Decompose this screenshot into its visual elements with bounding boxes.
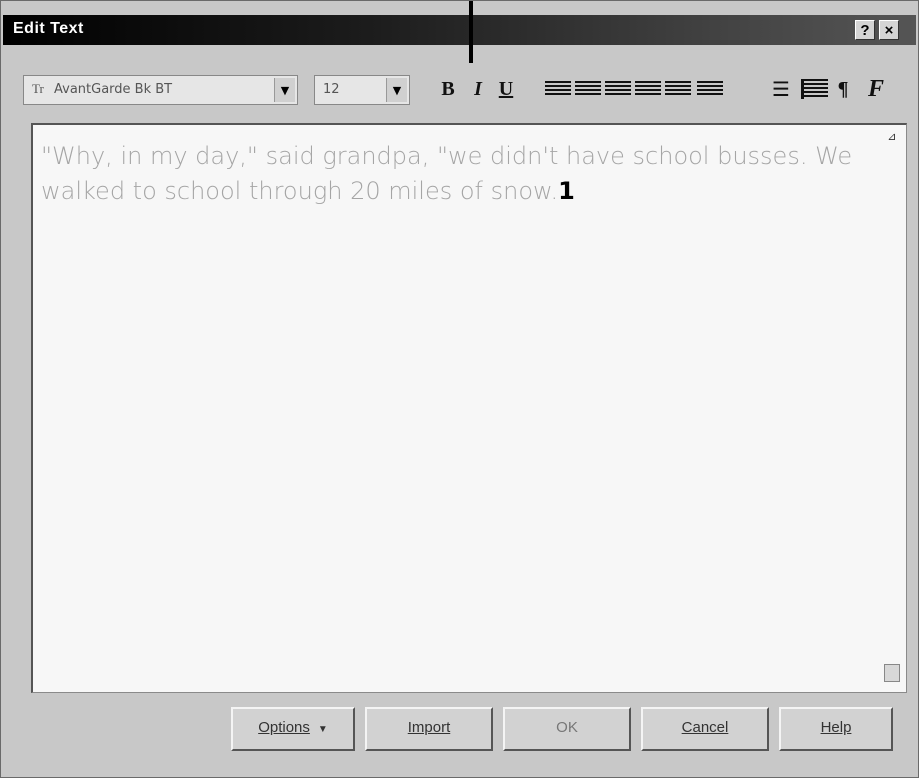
- ok-label: OK: [556, 719, 578, 736]
- align-full-icon[interactable]: [665, 81, 691, 97]
- scroll-up-icon[interactable]: ⊿: [884, 129, 900, 145]
- text-editor-area[interactable]: "Why, in my day," said grandpa, "we didn…: [31, 123, 907, 693]
- columns-icon[interactable]: [801, 79, 828, 99]
- align-right-icon[interactable]: [635, 81, 661, 97]
- import-label: Import: [407, 719, 451, 736]
- edit-text-dialog: Edit Text ? × Tr AvantGarde Bk BT ▼ 12 ▼…: [0, 0, 919, 778]
- import-button[interactable]: Import: [365, 707, 493, 751]
- align-force-icon[interactable]: [697, 81, 723, 97]
- bold-button[interactable]: B: [437, 74, 459, 104]
- truetype-font-icon: Tr: [32, 81, 44, 96]
- align-none-icon[interactable]: [545, 81, 571, 97]
- cancel-label: Cancel: [681, 719, 729, 736]
- font-size-value: 12: [323, 82, 340, 97]
- callout-pointer-line: [469, 1, 473, 63]
- options-button[interactable]: Options ▼: [231, 707, 355, 751]
- font-style-button[interactable]: F: [863, 74, 889, 104]
- editor-text: "Why, in my day," said grandpa, "we didn…: [41, 142, 853, 205]
- window-title: Edit Text: [13, 20, 84, 37]
- help-label: Help: [820, 719, 852, 736]
- editor-text-content[interactable]: "Why, in my day," said grandpa, "we didn…: [41, 139, 871, 209]
- scroll-down-icon[interactable]: [884, 664, 900, 682]
- underline-button[interactable]: U: [495, 74, 517, 104]
- font-size-dropdown[interactable]: 12 ▼: [314, 75, 410, 105]
- options-label: Options: [258, 719, 310, 736]
- chevron-down-icon[interactable]: ▼: [274, 78, 295, 102]
- help-button[interactable]: Help: [779, 707, 893, 751]
- ok-button[interactable]: OK: [503, 707, 631, 751]
- font-name-value: AvantGarde Bk BT: [54, 82, 173, 97]
- bullets-icon[interactable]: ☰: [767, 78, 795, 100]
- chevron-down-icon[interactable]: ▼: [386, 78, 407, 102]
- chevron-down-icon: ▼: [317, 724, 328, 735]
- align-left-icon[interactable]: [575, 81, 601, 97]
- italic-button[interactable]: I: [467, 74, 489, 104]
- title-bar[interactable]: Edit Text ? ×: [3, 15, 916, 45]
- help-title-button[interactable]: ?: [855, 20, 875, 40]
- paragraph-format-button[interactable]: ¶: [833, 74, 853, 104]
- align-center-icon[interactable]: [605, 81, 631, 97]
- cancel-button[interactable]: Cancel: [641, 707, 769, 751]
- close-button[interactable]: ×: [879, 20, 899, 40]
- font-name-dropdown[interactable]: Tr AvantGarde Bk BT ▼: [23, 75, 298, 105]
- text-caret: 1: [558, 177, 575, 205]
